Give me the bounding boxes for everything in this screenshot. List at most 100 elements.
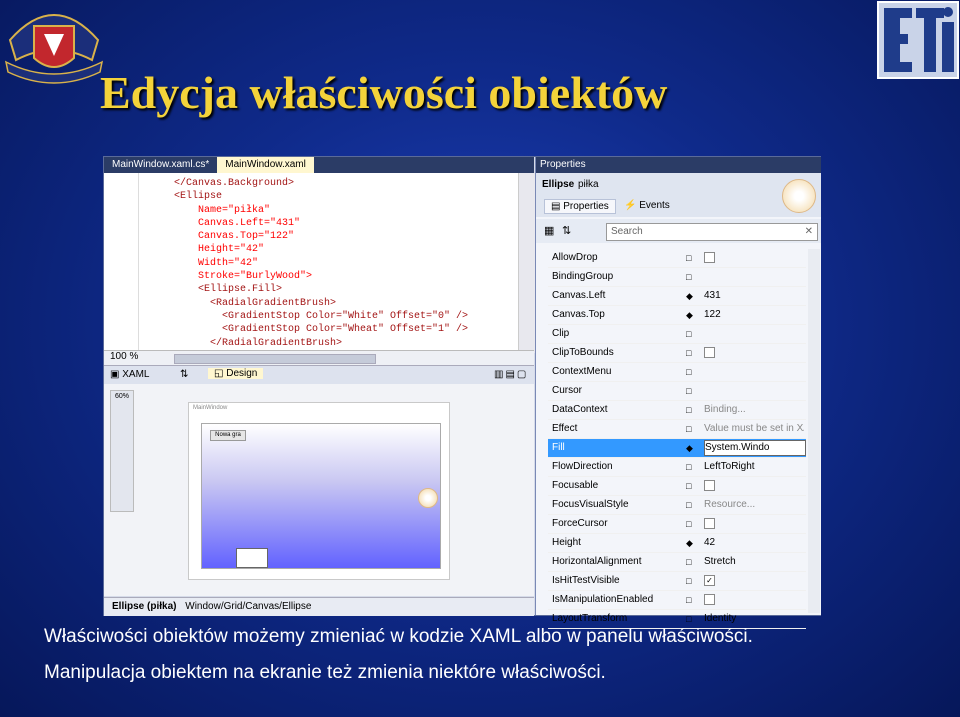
property-row[interactable]: Fill ◆ System.Windo [548, 439, 806, 458]
xaml-editor[interactable]: MainWindow.xaml.cs* MainWindow.xaml </Can… [104, 157, 535, 363]
property-row[interactable]: ContextMenu □ [548, 363, 806, 382]
property-checkbox[interactable] [704, 346, 715, 358]
element-preview [782, 179, 816, 213]
property-value[interactable]: Stretch [704, 553, 804, 571]
property-name: Canvas.Top [552, 309, 605, 320]
property-marker-icon[interactable]: □ [686, 268, 691, 286]
property-name: Effect [552, 423, 578, 434]
property-row[interactable]: BindingGroup □ [548, 268, 806, 287]
tab-design[interactable]: ◱ Design [208, 368, 264, 379]
property-row[interactable]: ForceCursor □ [548, 515, 806, 534]
selected-element[interactable]: Ellipse (piłka) [104, 601, 176, 612]
property-row[interactable]: Effect □ Value must be set in XA [548, 420, 806, 439]
tab-properties[interactable]: ▤ Properties [544, 199, 616, 214]
property-marker-icon[interactable]: □ [686, 477, 691, 495]
property-marker-icon[interactable]: □ [686, 363, 691, 381]
element-name[interactable]: piłka [578, 179, 599, 190]
zoom-slider[interactable]: 60% [110, 390, 134, 512]
tab-xaml[interactable]: MainWindow.xaml [217, 157, 314, 173]
design-surface[interactable]: 60% MainWindow Nowa gra [104, 384, 534, 596]
property-name: FlowDirection [552, 461, 613, 472]
property-value[interactable] [704, 591, 804, 609]
property-marker-icon[interactable]: □ [686, 591, 691, 609]
property-value[interactable]: Binding... [704, 401, 804, 419]
property-name: Focusable [552, 480, 599, 491]
property-value[interactable] [704, 515, 804, 533]
paddle-rectangle[interactable] [236, 548, 268, 568]
property-value[interactable]: LeftToRight [704, 458, 804, 476]
layout-toggle-icon[interactable]: ▥▤▢ [494, 369, 528, 380]
property-row[interactable]: FocusVisualStyle □ Resource... [548, 496, 806, 515]
property-value[interactable] [704, 344, 804, 362]
swap-panes-icon[interactable]: ⇅ [180, 369, 188, 380]
property-marker-icon[interactable]: ◆ [686, 439, 693, 457]
zoom-level[interactable]: 100 % [104, 351, 138, 362]
property-value[interactable]: 122 [704, 306, 804, 324]
element-path[interactable]: Window/Grid/Canvas/Ellipse [179, 601, 311, 612]
property-marker-icon[interactable]: □ [686, 572, 691, 590]
property-marker-icon[interactable]: □ [686, 458, 691, 476]
property-value[interactable]: Value must be set in XA [704, 420, 804, 438]
property-checkbox[interactable] [704, 251, 715, 263]
horizontal-scrollbar[interactable] [174, 354, 376, 364]
tab-code-behind[interactable]: MainWindow.xaml.cs* [104, 157, 217, 173]
property-row[interactable]: Height ◆ 42 [548, 534, 806, 553]
property-value[interactable] [704, 477, 804, 495]
property-row[interactable]: IsHitTestVisible □ ✓ [548, 572, 806, 591]
property-row[interactable]: Canvas.Top ◆ 122 [548, 306, 806, 325]
property-name: AllowDrop [552, 252, 598, 263]
ellipse-ball[interactable] [418, 488, 438, 508]
property-name: Cursor [552, 385, 583, 396]
property-checkbox[interactable] [704, 517, 715, 529]
property-value[interactable]: ✓ [704, 572, 804, 590]
sort-alpha-icon[interactable]: ⇅ [562, 224, 571, 237]
property-marker-icon[interactable]: ◆ [686, 306, 693, 324]
code-line: Stroke="BurlyWood"> [174, 271, 313, 283]
game-canvas[interactable]: Nowa gra [201, 423, 441, 569]
property-value[interactable]: Resource... [704, 496, 804, 514]
property-marker-icon[interactable]: □ [686, 249, 691, 267]
property-marker-icon[interactable]: □ [686, 420, 691, 438]
property-row[interactable]: Focusable □ [548, 477, 806, 496]
tab-xaml-split[interactable]: ▣ XAML [110, 369, 149, 380]
property-value[interactable]: 42 [704, 534, 804, 552]
code-line: <Ellipse.Fill> [174, 284, 283, 296]
property-marker-icon[interactable]: □ [686, 401, 691, 419]
property-row[interactable]: IsManipulationEnabled □ [548, 591, 806, 610]
property-checkbox[interactable]: ✓ [704, 574, 715, 586]
property-row[interactable]: DataContext □ Binding... [548, 401, 806, 420]
window-preview[interactable]: MainWindow Nowa gra [188, 402, 450, 580]
clear-search-icon[interactable]: ✕ [805, 224, 813, 240]
editor-vertical-scrollbar[interactable] [518, 173, 535, 353]
property-checkbox[interactable] [704, 593, 715, 605]
property-marker-icon[interactable]: □ [686, 553, 691, 571]
property-name: Fill [552, 442, 565, 453]
property-marker-icon[interactable]: □ [686, 325, 691, 343]
new-game-button[interactable]: Nowa gra [210, 430, 246, 441]
property-marker-icon[interactable]: □ [686, 382, 691, 400]
property-search-input[interactable]: Search ✕ [606, 223, 818, 241]
property-row[interactable]: ClipToBounds □ [548, 344, 806, 363]
property-marker-icon[interactable]: □ [686, 515, 691, 533]
tab-events[interactable]: ⚡ Events [624, 200, 670, 211]
code-area[interactable]: </Canvas.Background> <Ellipse Name="piłk… [174, 177, 574, 353]
property-row[interactable]: Clip □ [548, 325, 806, 344]
property-marker-icon[interactable]: □ [686, 344, 691, 362]
properties-scrollbar[interactable] [808, 249, 820, 613]
property-name: IsHitTestVisible [552, 575, 620, 586]
property-marker-icon[interactable]: ◆ [686, 287, 693, 305]
property-row[interactable]: FlowDirection □ LeftToRight [548, 458, 806, 477]
property-row[interactable]: AllowDrop □ [548, 249, 806, 268]
property-marker-icon[interactable]: □ [686, 496, 691, 514]
window-preview-title: MainWindow [193, 405, 228, 411]
property-row[interactable]: Cursor □ [548, 382, 806, 401]
property-row[interactable]: Canvas.Left ◆ 431 [548, 287, 806, 306]
property-value[interactable]: 431 [704, 287, 804, 305]
property-checkbox[interactable] [704, 479, 715, 491]
property-value[interactable] [704, 249, 804, 267]
property-row[interactable]: HorizontalAlignment □ Stretch [548, 553, 806, 572]
property-value[interactable]: System.Windo [704, 440, 806, 456]
property-name: Height [552, 537, 581, 548]
property-marker-icon[interactable]: ◆ [686, 534, 693, 552]
sort-category-icon[interactable]: ▦ [544, 224, 554, 237]
